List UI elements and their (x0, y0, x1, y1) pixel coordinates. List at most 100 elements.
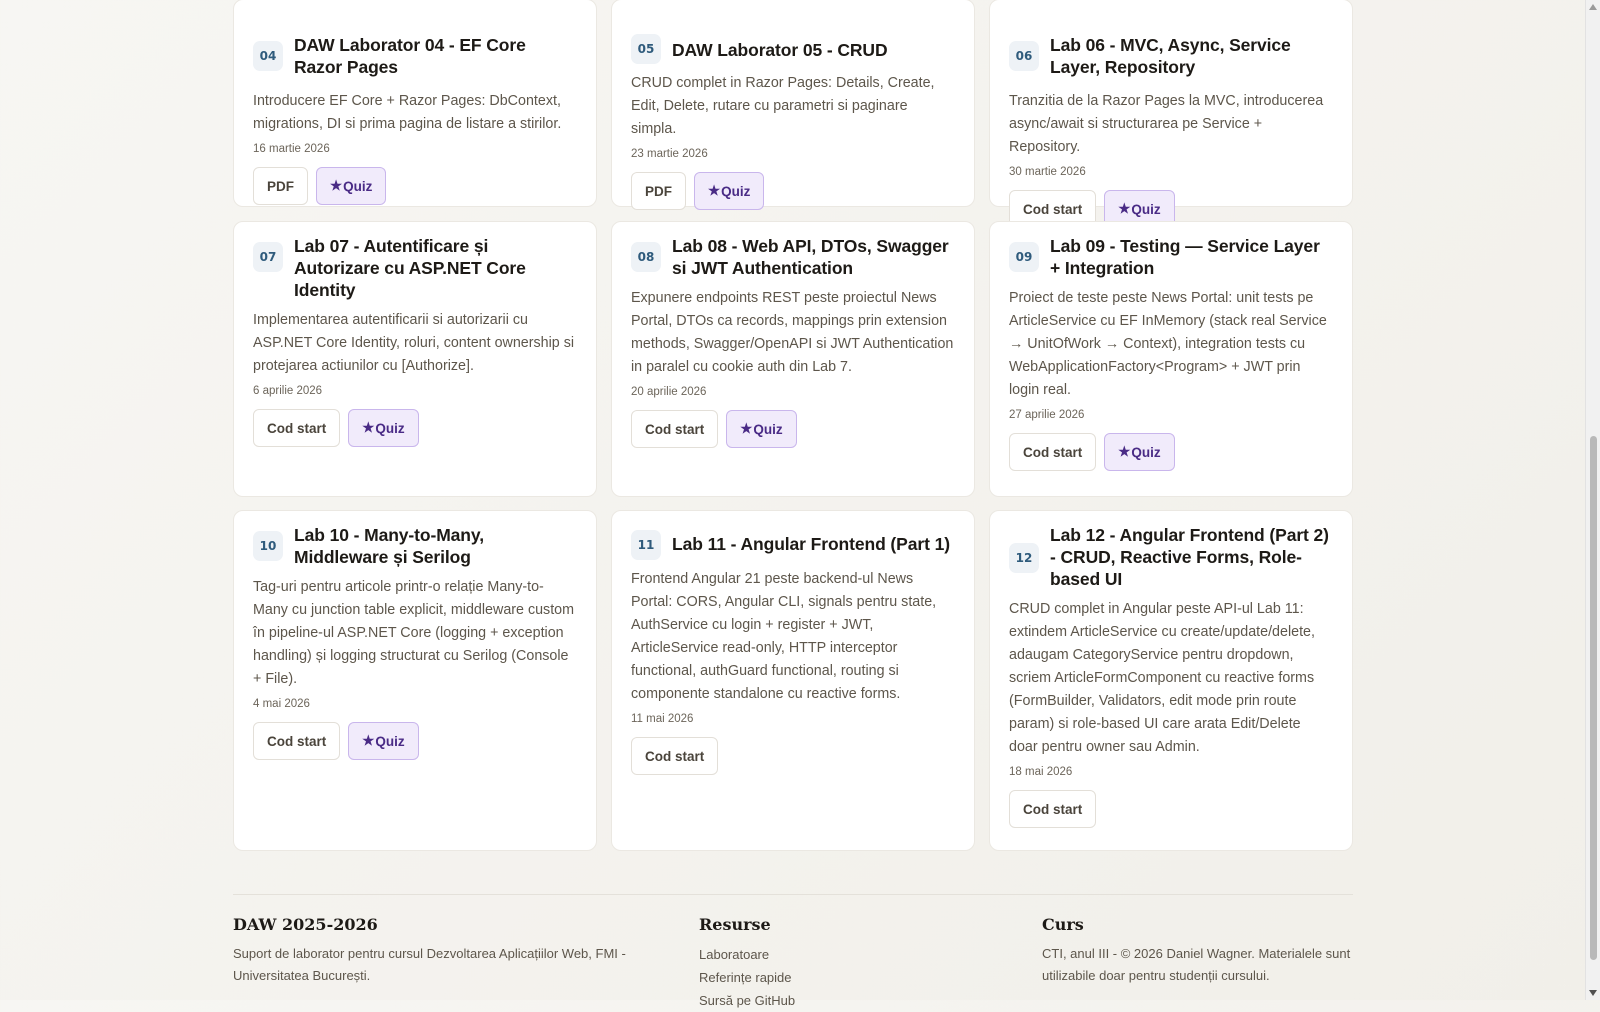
footer-course-text: CTI, anul III - © 2026 Daniel Wagner. Ma… (1042, 946, 1351, 983)
lab-actions: Cod start ★ Quiz (631, 410, 955, 448)
lab-actions: PDF ★ Quiz (253, 167, 577, 205)
lab-number-badge: 09 (1009, 242, 1039, 272)
lab-actions: Cod start ★ Quiz (1009, 433, 1333, 471)
star-icon: ★ (362, 733, 375, 748)
lab-title[interactable]: Lab 06 - MVC, Async, Service Layer, Repo… (1050, 34, 1333, 78)
lab-date: 20 aprilie 2026 (631, 386, 707, 398)
lab-date: 6 aprilie 2026 (253, 385, 323, 397)
lab-card-12: 12 Lab 12 - Angular Frontend (Part 2) - … (989, 510, 1353, 851)
pdf-button[interactable]: PDF (253, 167, 308, 205)
lab-description: Tag-uri pentru articole printr-o relație… (253, 579, 575, 687)
lab-actions: Cod start ★ Quiz (253, 722, 577, 760)
lab-title[interactable]: Lab 10 - Many-to-Many, Middleware și Ser… (294, 524, 577, 568)
lab-number-badge: 07 (253, 242, 283, 272)
star-icon: ★ (740, 421, 753, 436)
quiz-label: Quiz (375, 733, 405, 749)
quiz-button[interactable]: ★ Quiz (348, 722, 419, 760)
pdf-button[interactable]: PDF (631, 172, 686, 210)
lab-actions: PDF ★ Quiz (631, 172, 955, 210)
lab-number-badge: 05 (631, 34, 661, 64)
star-icon: ★ (708, 183, 721, 198)
lab-date: 11 mai 2026 (631, 713, 694, 725)
footer-link-quick-refs[interactable]: Referințe rapide (699, 966, 959, 989)
lab-description: CRUD complet in Razor Pages: Details, Cr… (631, 75, 935, 137)
lab-date: 4 mai 2026 (253, 698, 310, 710)
lab-date: 16 martie 2026 (253, 143, 330, 155)
footer-divider (233, 894, 1353, 895)
lab-date: 18 mai 2026 (1009, 766, 1073, 778)
lab-title[interactable]: DAW Laborator 05 - CRUD (672, 39, 888, 61)
start-code-button[interactable]: Cod start (253, 722, 341, 760)
lab-description: Implementarea autentificarii si autoriza… (253, 312, 575, 374)
quiz-button[interactable]: ★ Quiz (1104, 433, 1175, 471)
footer-link-labs[interactable]: Laboratoare (699, 943, 959, 966)
quiz-label: Quiz (375, 420, 405, 436)
lab-date: 30 martie 2026 (1009, 166, 1086, 178)
lab-description: Introducere EF Core + Razor Pages: DbCon… (253, 93, 562, 132)
lab-title[interactable]: Lab 07 - Autentificare și Autorizare cu … (294, 235, 577, 301)
lab-title[interactable]: Lab 08 - Web API, DTOs, Swagger si JWT A… (672, 235, 955, 279)
quiz-button[interactable]: ★ Quiz (694, 172, 765, 210)
lab-description: Frontend Angular 21 peste backend-ul New… (631, 571, 937, 702)
quiz-label: Quiz (721, 183, 751, 199)
quiz-label: Quiz (1131, 444, 1161, 460)
lab-number-badge: 12 (1009, 543, 1039, 573)
lab-actions: Cod start (631, 737, 955, 775)
lab-title[interactable]: Lab 09 - Testing — Service Layer + Integ… (1050, 235, 1333, 279)
start-code-button[interactable]: Cod start (631, 737, 719, 775)
lab-card-08: 08 Lab 08 - Web API, DTOs, Swagger si JW… (611, 221, 975, 497)
footer-resources-title: Resurse (699, 915, 771, 934)
start-code-button[interactable]: Cod start (631, 410, 719, 448)
quiz-button[interactable]: ★ Quiz (726, 410, 797, 448)
lab-card-07: 07 Lab 07 - Autentificare și Autorizare … (233, 221, 597, 497)
lab-description: Expunere endpoints REST peste proiectul … (631, 290, 954, 375)
lab-grid-row: 07 Lab 07 - Autentificare și Autorizare … (233, 221, 1353, 497)
lab-card-09: 09 Lab 09 - Testing — Service Layer + In… (989, 221, 1353, 497)
quiz-label: Quiz (753, 421, 783, 437)
quiz-label: Quiz (1131, 201, 1161, 217)
lab-number-badge: 10 (253, 531, 283, 561)
lab-title[interactable]: DAW Laborator 04 - EF Core Razor Pages (294, 34, 577, 78)
lab-card-06: 06 Lab 06 - MVC, Async, Service Layer, R… (989, 0, 1353, 228)
scroll-down-arrow-icon[interactable] (1589, 990, 1597, 996)
lab-title[interactable]: Lab 12 - Angular Frontend (Part 2) - CRU… (1050, 524, 1333, 590)
lab-actions: Cod start ★ Quiz (253, 409, 577, 447)
lab-number-badge: 11 (631, 530, 661, 560)
lab-description: Tranzitia de la Razor Pages la MVC, intr… (1009, 93, 1324, 155)
vertical-scrollbar[interactable] (1585, 0, 1600, 1000)
lab-card-11: 11 Lab 11 - Angular Frontend (Part 1) Fr… (611, 510, 975, 851)
footer-brand-text: Suport de laborator pentru cursul Dezvol… (233, 946, 626, 983)
star-icon: ★ (1118, 444, 1131, 459)
lab-title[interactable]: Lab 11 - Angular Frontend (Part 1) (672, 533, 950, 555)
scrollbar-thumb[interactable] (1590, 436, 1597, 960)
lab-description: Proiect de teste peste News Portal: unit… (1009, 290, 1327, 398)
quiz-button[interactable]: ★ Quiz (316, 167, 387, 205)
quiz-label: Quiz (343, 178, 373, 194)
star-icon: ★ (330, 178, 343, 193)
lab-date: 23 martie 2026 (631, 148, 708, 160)
lab-grid-row: 04 DAW Laborator 04 - EF Core Razor Page… (233, 0, 1353, 228)
lab-card-05: 05 DAW Laborator 05 - CRUD CRUD complet … (611, 0, 975, 210)
footer-brand-title: DAW 2025-2026 (233, 915, 378, 934)
star-icon: ★ (362, 420, 375, 435)
lab-date: 27 aprilie 2026 (1009, 409, 1085, 421)
footer-brand: DAW 2025-2026 Suport de laborator pentru… (233, 915, 653, 987)
star-icon: ★ (1118, 201, 1131, 216)
start-code-button[interactable]: Cod start (1009, 790, 1097, 828)
lab-actions: Cod start (1009, 790, 1333, 828)
footer-course-title: Curs (1042, 915, 1084, 934)
lab-grid-row: 10 Lab 10 - Many-to-Many, Middleware și … (233, 510, 1353, 851)
start-code-button[interactable]: Cod start (253, 409, 341, 447)
footer-resources: Resurse Laboratoare Referințe rapide Sur… (699, 915, 959, 1012)
footer-course: Curs CTI, anul III - © 2026 Daniel Wagne… (1042, 915, 1353, 987)
lab-card-04: 04 DAW Laborator 04 - EF Core Razor Page… (233, 0, 597, 207)
lab-card-10: 10 Lab 10 - Many-to-Many, Middleware și … (233, 510, 597, 851)
lab-number-badge: 04 (253, 41, 283, 71)
footer-link-github[interactable]: Sursă pe GitHub (699, 989, 959, 1012)
start-code-button[interactable]: Cod start (1009, 433, 1097, 471)
lab-description: CRUD complet in Angular peste API-ul Lab… (1009, 601, 1315, 755)
quiz-button[interactable]: ★ Quiz (348, 409, 419, 447)
lab-number-badge: 06 (1009, 41, 1039, 71)
lab-number-badge: 08 (631, 242, 661, 272)
scroll-up-arrow-icon[interactable] (1589, 4, 1597, 10)
